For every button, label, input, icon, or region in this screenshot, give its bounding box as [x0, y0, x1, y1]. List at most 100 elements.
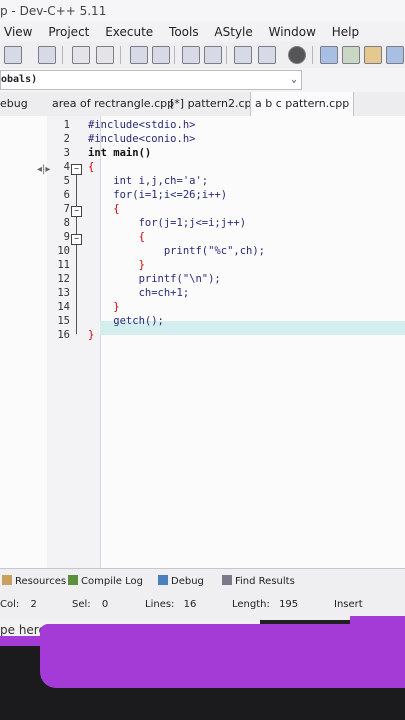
code-text: }	[88, 301, 120, 313]
menu-project[interactable]: Project	[48, 22, 89, 42]
line-number: 15	[57, 315, 70, 327]
menu-tools[interactable]: Tools	[169, 22, 199, 42]
undo-icon[interactable]	[72, 46, 90, 64]
tab-area-of-rectrangle[interactable]: area of rectrangle.cpp	[52, 92, 174, 116]
length-label: Length:	[232, 599, 270, 610]
line-number: 8	[63, 217, 70, 229]
menu-astyle[interactable]: AStyle	[214, 22, 252, 42]
col-status: Col: 2	[0, 599, 37, 610]
run-icon[interactable]	[364, 46, 382, 64]
toolbar-separator	[312, 46, 313, 64]
code-editor[interactable]: ◂|▸ 1 #include<stdio.h> 2 #include<conio.h…	[0, 116, 405, 568]
code-text: #include<conio.h>	[88, 133, 196, 145]
tab-abc-pattern[interactable]: a b c pattern.cpp	[250, 92, 355, 116]
menu-help[interactable]: Help	[332, 22, 359, 42]
code-text: ch=ch+1;	[88, 287, 190, 299]
code-text: {	[88, 203, 120, 215]
globals-dropdown[interactable]: obals) ⌄	[0, 70, 302, 90]
code-line: 4{	[0, 161, 405, 175]
fold-toggle-icon[interactable]: −	[71, 206, 82, 217]
compile-icon[interactable]	[342, 46, 360, 64]
goto-icon[interactable]	[182, 46, 200, 64]
col-value: 2	[30, 599, 37, 610]
code-text: #include<stdio.h>	[88, 119, 196, 131]
line-number: 14	[57, 301, 70, 313]
code-line: 8 for(j=1;j<=i;j++)	[0, 217, 405, 231]
debug-label: Debug	[171, 576, 204, 587]
find-icon[interactable]	[130, 46, 148, 64]
editor-tabs: ebug area of rectrangle.cpp [*] pattern2…	[0, 92, 405, 117]
check-icon	[158, 575, 168, 585]
toolbar-separator	[120, 46, 121, 64]
window-icon[interactable]	[234, 46, 252, 64]
code-text: }	[88, 329, 95, 341]
find-results-label: Find Results	[235, 576, 295, 587]
print-icon[interactable]	[38, 46, 56, 64]
menu-window[interactable]: Window	[269, 22, 316, 42]
resources-label: Resources	[15, 576, 67, 587]
line-number: 10	[57, 245, 70, 257]
code-line: 15 getch();	[0, 315, 405, 329]
find-icon	[222, 575, 232, 585]
code-line: 2 #include<conio.h>	[0, 133, 405, 147]
fold-toggle-icon[interactable]: −	[71, 234, 82, 245]
sel-value: 0	[101, 599, 109, 610]
class-combo-bar: obals) ⌄	[0, 68, 405, 93]
tab-debug-panel[interactable]: Debug	[158, 575, 204, 587]
replace-icon[interactable]	[152, 46, 170, 64]
line-number: 13	[57, 287, 70, 299]
code-line: 1 #include<stdio.h>	[0, 119, 405, 133]
new-file-icon[interactable]	[4, 46, 22, 64]
code-text: {	[88, 161, 95, 173]
code-line: 9 {	[0, 231, 405, 245]
tab-debug[interactable]: ebug	[0, 92, 28, 116]
menu-execute[interactable]: Execute	[105, 22, 153, 42]
line-number: 4	[63, 161, 70, 173]
line-number: 3	[63, 147, 70, 159]
lines-value: 16	[183, 599, 197, 610]
sel-status: Sel: 0	[72, 599, 108, 610]
line-number: 6	[63, 189, 70, 201]
resources-icon	[2, 575, 12, 585]
chevron-down-icon[interactable]: ⌄	[291, 71, 297, 89]
title-bar: p - Dev-C++ 5.11	[0, 0, 405, 22]
line-number: 16	[57, 329, 70, 341]
compile-log-icon	[68, 575, 78, 585]
globals-dropdown-value: obals)	[1, 74, 38, 85]
redo-icon[interactable]	[96, 46, 114, 64]
redaction-overlay	[40, 624, 405, 688]
toolbar	[0, 42, 405, 69]
tab-find-results[interactable]: Find Results	[222, 575, 295, 587]
bookmark-icon[interactable]	[204, 46, 222, 64]
code-line: 5 int i,j,ch='a';	[0, 175, 405, 189]
toolbar-separator	[174, 46, 175, 64]
line-number: 9	[63, 231, 70, 243]
fullscreen-icon[interactable]	[258, 46, 276, 64]
tab-pattern2[interactable]: [*] pattern2.cpp	[170, 92, 259, 116]
code-line: 12 printf("\n");	[0, 273, 405, 287]
menu-bar: View Project Execute Tools AStyle Window…	[0, 22, 405, 42]
code-line: 13 ch=ch+1;	[0, 287, 405, 301]
line-number: 5	[63, 175, 70, 187]
stop-icon[interactable]	[288, 46, 306, 64]
lines-label: Lines:	[145, 599, 175, 610]
code-text: for(i=1;i<=26;i++)	[88, 189, 228, 201]
compile-run-icon[interactable]	[386, 46, 404, 64]
code-line: 14 }	[0, 301, 405, 315]
menu-view[interactable]: View	[4, 22, 32, 42]
length-value: 195	[279, 599, 299, 610]
window-title: p - Dev-C++ 5.11	[0, 4, 107, 18]
code-line: 3 int main()	[0, 147, 405, 161]
col-label: Col:	[0, 599, 20, 610]
tab-compile-log[interactable]: Compile Log	[68, 575, 143, 587]
tab-resources[interactable]: Resources	[2, 575, 66, 587]
compile-log-label: Compile Log	[81, 576, 143, 587]
grid-icon[interactable]	[320, 46, 338, 64]
length-status: Length: 195	[232, 599, 298, 610]
insert-mode: Insert	[334, 599, 363, 610]
line-number: 1	[63, 119, 70, 131]
code-text: {	[88, 231, 145, 243]
code-text: printf("\n");	[88, 273, 221, 285]
code-text: int main()	[88, 147, 152, 159]
toolbar-separator	[62, 46, 63, 64]
